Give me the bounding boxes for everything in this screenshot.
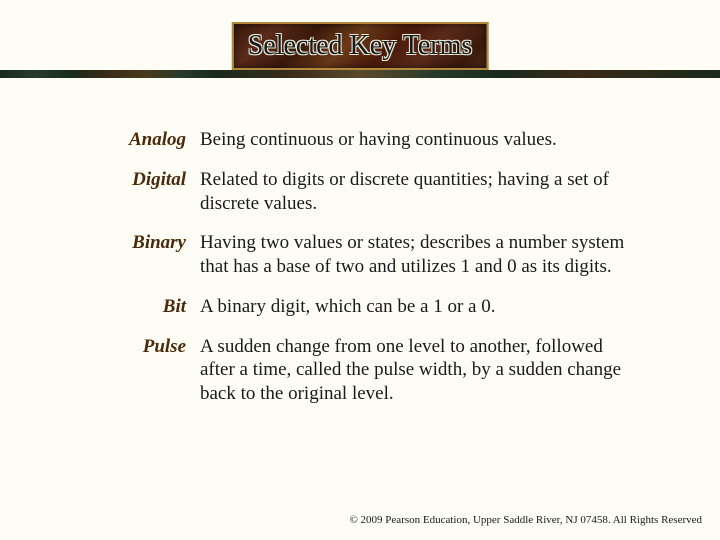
term-definition: Having two values or states; describes a… [200,231,640,279]
term-label-binary: Binary [100,231,200,255]
term-definition: Being continuous or having continuous va… [200,128,640,152]
term-definition: A sudden change from one level to anothe… [200,335,640,406]
slide-title: Selected Key Terms [248,30,473,61]
term-definition: A binary digit, which can be a 1 or a 0. [200,295,640,319]
header-decorative-strip [0,70,720,78]
term-row: Analog Being continuous or having contin… [100,128,640,152]
term-row: Pulse A sudden change from one level to … [100,335,640,406]
term-label-digital: Digital [100,168,200,192]
copyright-footer: © 2009 Pearson Education, Upper Saddle R… [349,514,702,526]
term-row: Digital Related to digits or discrete qu… [100,168,640,216]
term-label-analog: Analog [100,128,200,152]
term-row: Bit A binary digit, which can be a 1 or … [100,295,640,319]
term-definition: Related to digits or discrete quantities… [200,168,640,216]
terms-list: Analog Being continuous or having contin… [100,128,640,422]
term-row: Binary Having two values or states; desc… [100,231,640,279]
term-label-bit: Bit [100,295,200,319]
slide-title-box: Selected Key Terms [232,22,489,70]
term-label-pulse: Pulse [100,335,200,359]
